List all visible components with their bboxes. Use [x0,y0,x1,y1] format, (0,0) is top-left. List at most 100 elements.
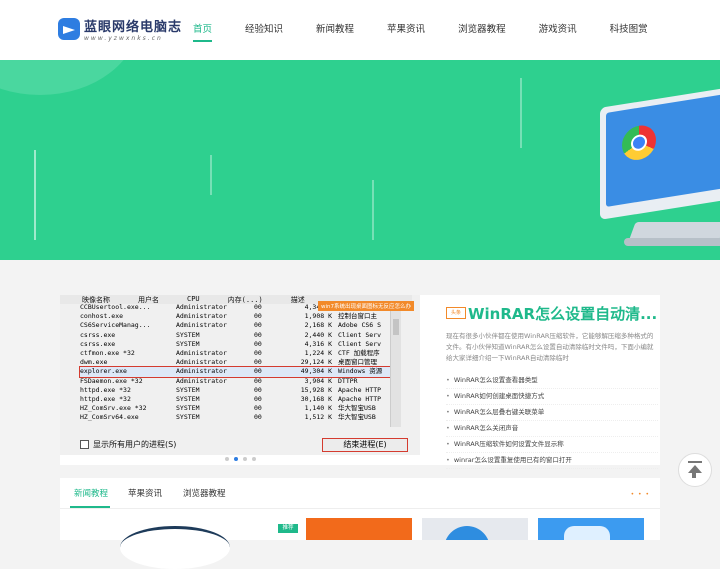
nav-item-apple[interactable]: 苹果资讯 [376,0,436,60]
list-item[interactable]: WinRAR压缩软件如何设置文件显示称 [446,437,658,453]
nav-item-tech-gallery[interactable]: 科技图赏 [599,0,659,60]
process-cell: 29,124 K [300,358,332,367]
nav-item-games[interactable]: 游戏资讯 [528,0,588,60]
process-cell: 00 [254,367,262,376]
process-cell: Administrator [176,312,227,321]
process-cell: SYSTEM [176,385,200,394]
process-cell: Administrator [176,358,227,367]
process-cell: Apache HTTP [338,385,382,394]
featured-section: 映像名称 用户名 CPU 内存(...) 描述 CCBUsertool.exe.… [60,295,660,469]
process-cell: 4,316 K [304,339,332,348]
process-cell: Windows 资源 [338,367,383,376]
more-icon[interactable]: • • • [631,491,650,498]
nav-item-home[interactable]: 首页 [182,0,223,60]
process-row: CS6ServiceManag... Administrator 00 2,168 K… [80,321,400,330]
carousel-dot-active[interactable] [234,457,238,461]
headline-tag: 头条 [446,307,466,319]
process-row: HZ_ComSrv64.exe SYSTEM 00 1,512 K 华大智宝USB [80,413,400,422]
process-cell: 49,304 K [300,367,332,376]
list-item[interactable]: winrar怎么设置重复使用已有的窗口打开 [446,453,658,469]
process-cell: csrss.exe [80,339,116,348]
featured-article: 头条 WinRAR怎么设置自动清... 现在有很多小伙伴都在使用WinRAR压缩… [432,295,660,469]
list-item[interactable]: WinRAR怎么层叠右键关联菜单 [446,405,658,421]
nav-item-experience[interactable]: 经验知识 [234,0,294,60]
process-cell: 3,904 K [304,376,332,385]
tab-news[interactable]: 新闻教程 [74,487,108,499]
process-cell: SYSTEM [176,404,200,413]
process-cell: SYSTEM [176,330,200,339]
card-image[interactable] [120,526,230,569]
tab-browser[interactable]: 浏览器教程 [183,487,226,499]
chrome-logo-icon [622,123,656,163]
site-header: 蓝眼网络电脑志 www.yzwxnks.cn 首页 经验知识 新闻教程 苹果资讯… [0,0,720,60]
process-cell: 华大智宝USB [338,413,376,422]
monitor-base [624,238,720,246]
process-cell: 00 [254,385,262,394]
monitor-illustration [600,84,720,220]
nav-item-news[interactable]: 新闻教程 [305,0,365,60]
process-cell: conhost.exe [80,312,124,321]
process-cell: Adobe CS6 S [338,321,382,330]
process-cell: HZ_ComSrv.exe *32 [80,404,147,413]
process-list: CCBUsertool.exe...Administrator004,340 K… [79,303,401,422]
process-cell: 00 [254,404,262,413]
process-cell: httpd.exe *32 [80,394,131,403]
list-item[interactable]: WinRAR怎么设置查看器类型 [446,373,658,389]
carousel-dot[interactable] [252,457,256,461]
list-item[interactable]: WinRAR怎么关闭声音 [446,421,658,437]
process-cell: CTF 加载程序 [338,348,380,357]
checkbox-icon [80,440,89,449]
card-image[interactable] [422,518,528,540]
process-cell: dwm.exe [80,358,108,367]
banner-decor-line [520,78,522,148]
process-cell: 华大智宝USB [338,404,376,413]
carousel-dots [225,457,261,461]
process-cell: CCBUsertool.exe... [80,303,151,311]
scrollbar [390,305,401,427]
process-cell: SYSTEM [176,394,200,403]
show-all-label: 显示所有用户的进程(S) [93,440,177,449]
featured-title[interactable]: WinRAR怎么设置自动清... [468,303,658,324]
tab-apple[interactable]: 苹果资讯 [128,487,162,499]
process-cell: 00 [254,394,262,403]
process-row: ctfmon.exe *32 Administrator 00 1,224 K CTF … [80,349,400,358]
task-manager-screenshot: 映像名称 用户名 CPU 内存(...) 描述 CCBUsertool.exe.… [60,295,420,455]
back-to-top-button[interactable] [678,453,712,487]
hero-banner[interactable] [0,60,720,260]
process-row: explorer.exe Administrator 00 49,304 K Windo… [79,366,401,378]
process-cell: 00 [254,358,262,367]
process-row: csrss.exe SYSTEM 00 4,316 K Client Serv [80,340,400,349]
process-cell: HZ_ComSrv64.exe [80,413,139,422]
banner-decor-circle [0,60,140,95]
site-logo[interactable]: 蓝眼网络电脑志 www.yzwxnks.cn [58,14,181,46]
nav-item-browser[interactable]: 浏览器教程 [447,0,517,60]
featured-image[interactable]: 映像名称 用户名 CPU 内存(...) 描述 CCBUsertool.exe.… [60,295,420,465]
process-cell: 00 [254,330,262,339]
process-cell: 30,168 K [300,394,332,403]
process-cell: Client Serv [338,339,382,348]
process-cell: csrss.exe [80,330,116,339]
process-cell: 00 [254,321,262,330]
process-cell: Administrator [176,376,227,385]
process-row: httpd.exe *32 SYSTEM 00 30,168 K Apache HTTP [80,395,400,404]
process-cell: FSDaemon.exe *32 [80,376,143,385]
carousel-dot[interactable] [225,457,229,461]
logo-url: www.yzwxnks.cn [84,35,163,42]
banner-decor-line [372,180,374,240]
list-item[interactable]: WinRAR如何创建桌面快捷方式 [446,389,658,405]
process-cell: 控制台窗口主 [338,312,377,321]
article-cards: 推荐 [70,518,660,569]
process-row: HZ_ComSrv.exe *32 SYSTEM 00 1,140 K 华大智宝USB [80,404,400,413]
process-row: httpd.exe *32 SYSTEM 00 15,928 K Apache HTTP [80,386,400,395]
process-row: conhost.exe Administrator 00 1,908 K 控制台窗口主 [80,312,400,321]
process-cell: explorer.exe [80,367,127,376]
back-to-top-icon [692,471,696,478]
card-image[interactable] [538,518,644,540]
recommend-tag: 推荐 [278,524,298,533]
process-cell: 00 [254,339,262,348]
card-image[interactable] [306,518,412,540]
process-cell: 2,168 K [304,321,332,330]
carousel-dot[interactable] [243,457,247,461]
process-cell: ctfmon.exe *32 [80,348,135,357]
banner-decor-line [210,155,212,195]
